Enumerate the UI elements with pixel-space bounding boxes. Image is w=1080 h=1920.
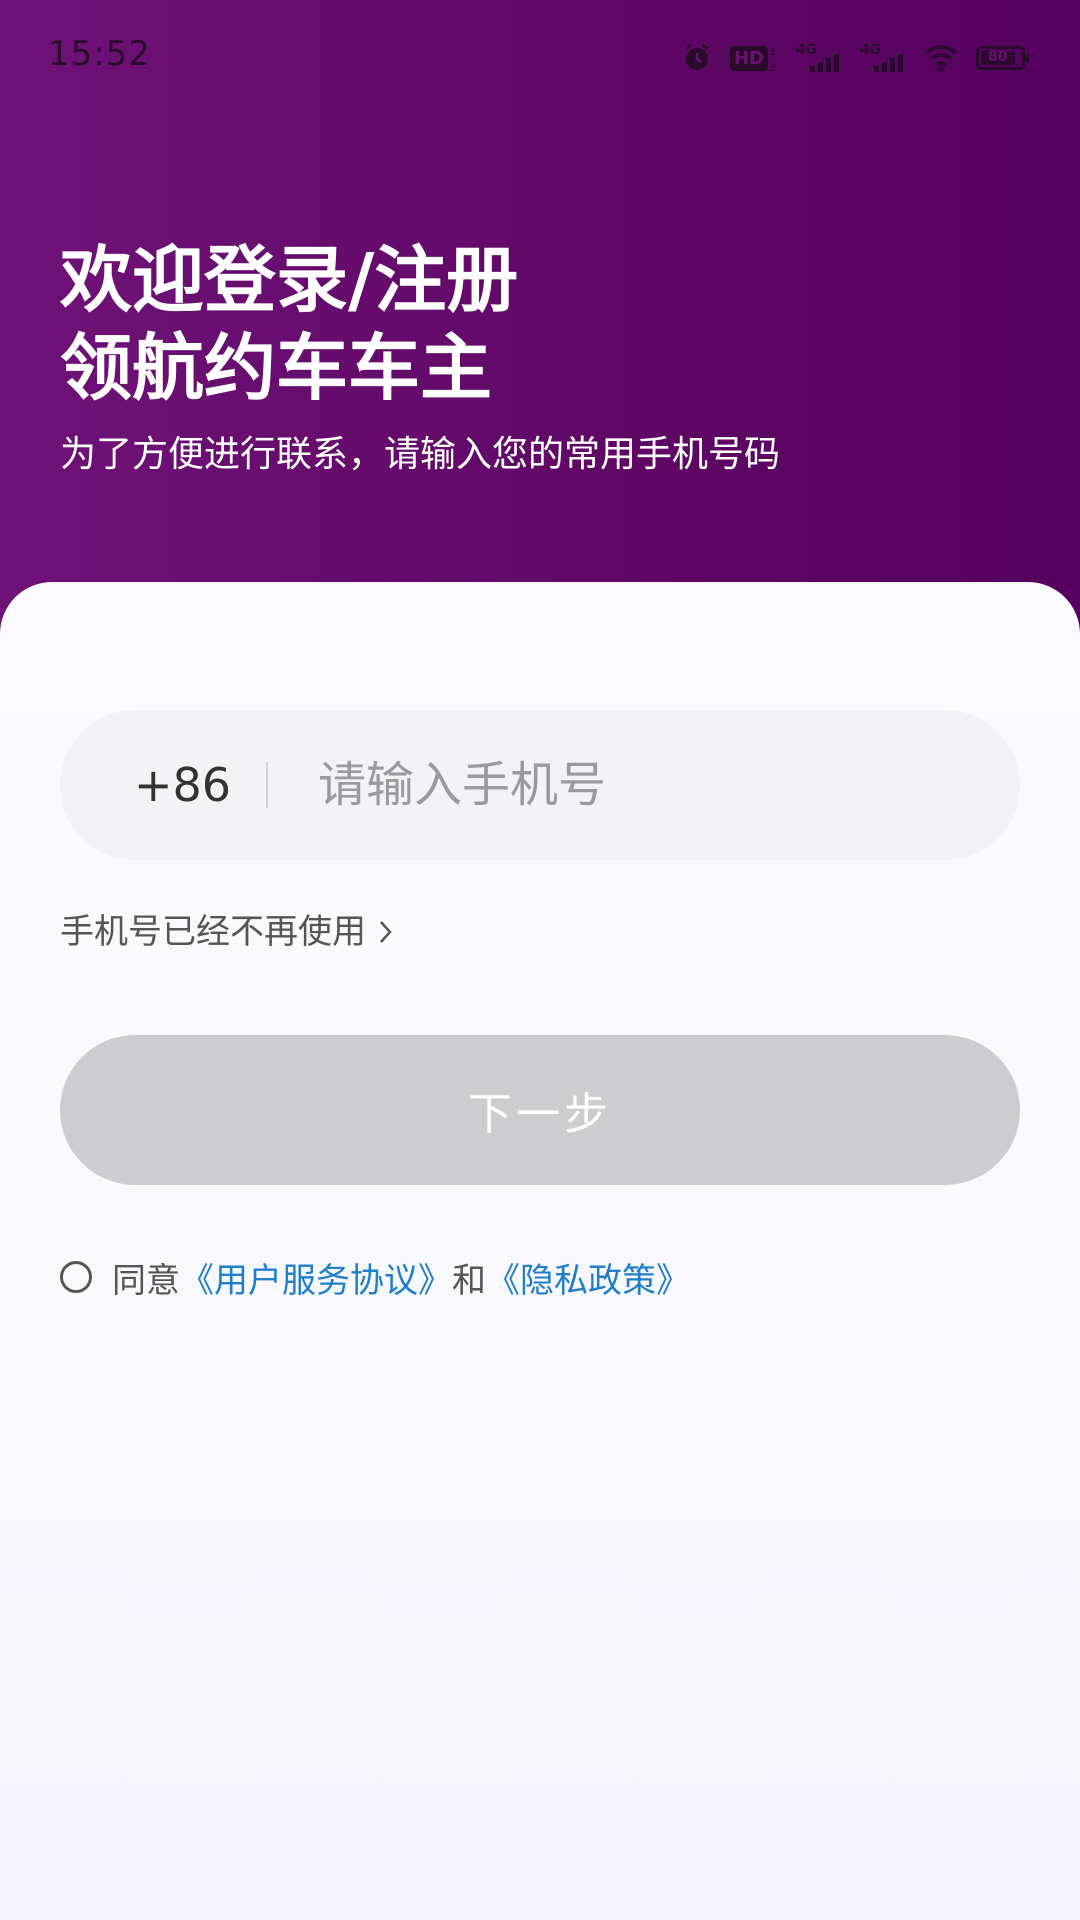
phone-no-longer-used-link[interactable]: 手机号已经不再使用	[60, 902, 394, 962]
signal-4g-icon: 4G	[796, 42, 842, 74]
agree-prefix: 同意	[112, 1260, 180, 1301]
country-code[interactable]: +86	[134, 760, 231, 810]
hd-icon: HD 12	[729, 43, 778, 73]
svg-text:1: 1	[769, 45, 776, 58]
header-banner: 15:52 HD 12 4G 4G 80 欢迎登录/注册 领航约车车主 为了方便…	[0, 0, 1080, 640]
signal-4g-icon: 4G	[860, 42, 906, 74]
phone-input-row: +86	[60, 710, 1020, 860]
status-icons: HD 12 4G 4G 80	[682, 40, 1030, 76]
agree-conjunction: 和	[452, 1260, 486, 1301]
wifi-icon	[924, 44, 958, 72]
user-agreement-link[interactable]: 《用户服务协议》	[180, 1253, 452, 1302]
input-divider	[266, 762, 268, 808]
phone-input[interactable]	[318, 750, 978, 820]
login-card: +86 手机号已经不再使用 下一步 同意 《用户服务协议》 和 《隐私政策》	[0, 582, 1080, 1920]
login-page: 15:52 HD 12 4G 4G 80 欢迎登录/注册 领航约车车主 为了方便…	[0, 0, 1080, 1920]
alarm-icon	[682, 43, 712, 73]
phone-no-longer-used-label: 手机号已经不再使用	[60, 912, 366, 952]
page-title: 欢迎登录/注册 领航约车车主	[60, 236, 960, 412]
status-time: 15:52	[48, 34, 151, 74]
page-subtitle: 为了方便进行联系，请输入您的常用手机号码	[60, 434, 781, 475]
chevron-right-icon	[378, 919, 394, 945]
title-line-1: 欢迎登录/注册	[60, 238, 519, 322]
title-line-2: 领航约车车主	[60, 326, 493, 410]
next-step-button[interactable]: 下一步	[60, 1035, 1020, 1185]
agree-checkbox[interactable]	[60, 1261, 92, 1293]
status-bar: 15:52 HD 12 4G 4G 80	[0, 0, 1080, 116]
battery-icon: 80	[976, 44, 1030, 72]
agreement-row: 同意 《用户服务协议》 和 《隐私政策》	[60, 1242, 690, 1312]
privacy-policy-link[interactable]: 《隐私政策》	[486, 1253, 690, 1302]
svg-text:2: 2	[769, 61, 776, 73]
